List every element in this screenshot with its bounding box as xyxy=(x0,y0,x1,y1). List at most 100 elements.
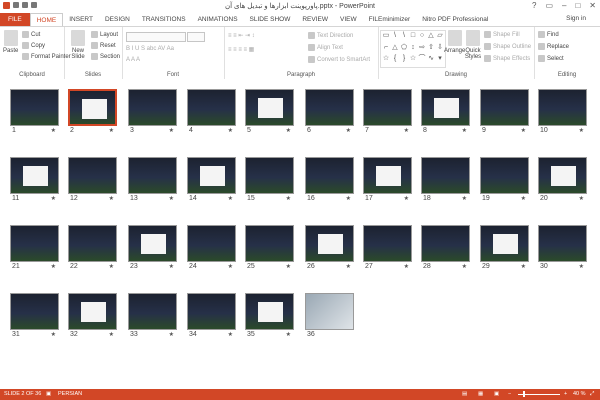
slide-preview[interactable] xyxy=(187,157,236,194)
slide-preview[interactable] xyxy=(68,225,117,262)
quick-styles-button[interactable]: Quick Styles xyxy=(464,30,482,60)
slide-preview[interactable] xyxy=(68,157,117,194)
slide-thumbnail[interactable]: 21 ★ xyxy=(10,225,59,274)
transition-star-icon[interactable]: ★ xyxy=(579,263,584,270)
fit-to-window-icon[interactable]: ⤢ xyxy=(590,391,594,398)
slide-preview[interactable] xyxy=(10,293,59,330)
slide-preview[interactable] xyxy=(305,293,354,330)
transition-star-icon[interactable]: ★ xyxy=(169,263,174,270)
language-indicator[interactable]: PERSIAN xyxy=(58,391,82,397)
replace-button[interactable]: Replace xyxy=(538,43,569,50)
slide-thumbnail[interactable]: 32 ★ xyxy=(68,293,117,342)
transition-star-icon[interactable]: ★ xyxy=(228,263,233,270)
slide-sorter-view-icon[interactable]: ▦ xyxy=(478,391,483,397)
slide-preview[interactable] xyxy=(128,89,177,126)
slide-preview[interactable] xyxy=(421,89,470,126)
tab-file[interactable]: FILE xyxy=(0,13,30,26)
slide-preview[interactable] xyxy=(68,89,117,126)
shape-effects-button[interactable]: Shape Effects xyxy=(484,55,530,62)
transition-star-icon[interactable]: ★ xyxy=(109,331,114,338)
slide-thumbnail[interactable]: 7 ★ xyxy=(363,89,412,138)
minimize-icon[interactable]: – xyxy=(562,1,566,10)
align-text-button[interactable]: Align Text xyxy=(308,44,343,51)
maximize-icon[interactable]: □ xyxy=(575,1,580,10)
slide-thumbnail[interactable]: 5 ★ xyxy=(245,89,294,138)
transition-star-icon[interactable]: ★ xyxy=(404,195,409,202)
font-format-buttons[interactable]: B I U S abc AV Aa xyxy=(126,46,174,52)
ribbon-display-icon[interactable]: ▭ xyxy=(545,1,553,10)
transition-star-icon[interactable]: ★ xyxy=(462,127,467,134)
slide-thumbnail[interactable]: 18 ★ xyxy=(421,157,470,206)
slide-preview[interactable] xyxy=(421,157,470,194)
slide-preview[interactable] xyxy=(305,225,354,262)
slide-thumbnail[interactable]: 14 ★ xyxy=(187,157,236,206)
font-color-buttons[interactable]: A A A xyxy=(126,57,140,63)
slide-preview[interactable] xyxy=(363,157,412,194)
section-button[interactable]: Section xyxy=(91,53,120,60)
slide-thumbnail[interactable]: 29 ★ xyxy=(480,225,529,274)
slide-preview[interactable] xyxy=(187,225,236,262)
tab-animations[interactable]: ANIMATIONS xyxy=(192,13,244,26)
slide-thumbnail[interactable]: 31 ★ xyxy=(10,293,59,342)
slide-preview[interactable] xyxy=(128,225,177,262)
transition-star-icon[interactable]: ★ xyxy=(579,195,584,202)
transition-star-icon[interactable]: ★ xyxy=(169,127,174,134)
transition-star-icon[interactable]: ★ xyxy=(169,331,174,338)
slide-thumbnail[interactable]: 17 ★ xyxy=(363,157,412,206)
slide-thumbnail[interactable]: 30 ★ xyxy=(538,225,587,274)
transition-star-icon[interactable]: ★ xyxy=(521,127,526,134)
tab-design[interactable]: DESIGN xyxy=(99,13,136,26)
slide-thumbnail[interactable]: 6 ★ xyxy=(305,89,354,138)
cut-button[interactable]: Cut xyxy=(22,31,40,38)
help-icon[interactable]: ? xyxy=(532,1,536,10)
slide-preview[interactable] xyxy=(128,157,177,194)
spell-check-icon[interactable]: ▣ xyxy=(46,391,51,397)
close-icon[interactable]: ✕ xyxy=(589,1,596,10)
slide-preview[interactable] xyxy=(187,89,236,126)
shape-fill-button[interactable]: Shape Fill xyxy=(484,31,520,38)
transition-star-icon[interactable]: ★ xyxy=(521,195,526,202)
transition-star-icon[interactable]: ★ xyxy=(109,127,114,134)
tab-view[interactable]: VIEW xyxy=(334,13,363,26)
zoom-level[interactable]: 40 % xyxy=(573,391,586,397)
new-slide-button[interactable]: New Slide xyxy=(68,30,88,60)
transition-star-icon[interactable]: ★ xyxy=(286,331,291,338)
transition-star-icon[interactable]: ★ xyxy=(404,127,409,134)
slide-preview[interactable] xyxy=(10,157,59,194)
transition-star-icon[interactable]: ★ xyxy=(286,127,291,134)
transition-star-icon[interactable]: ★ xyxy=(51,331,56,338)
slide-thumbnail[interactable]: 4 ★ xyxy=(187,89,236,138)
slide-thumbnail[interactable]: 8 ★ xyxy=(421,89,470,138)
zoom-in-icon[interactable]: + xyxy=(564,391,567,397)
slide-thumbnail[interactable]: 23 ★ xyxy=(128,225,177,274)
slide-thumbnail[interactable]: 3 ★ xyxy=(128,89,177,138)
slide-preview[interactable] xyxy=(538,89,587,126)
slide-preview[interactable] xyxy=(245,225,294,262)
arrange-button[interactable]: Arrange xyxy=(444,30,465,54)
slide-thumbnail[interactable]: 24 ★ xyxy=(187,225,236,274)
copy-button[interactable]: Copy xyxy=(22,42,45,49)
slide-preview[interactable] xyxy=(538,157,587,194)
slide-thumbnail[interactable]: 28 ★ xyxy=(421,225,470,274)
slide-thumbnail[interactable]: 20 ★ xyxy=(538,157,587,206)
slide-preview[interactable] xyxy=(480,225,529,262)
slide-preview[interactable] xyxy=(421,225,470,262)
transition-star-icon[interactable]: ★ xyxy=(346,127,351,134)
tab-home[interactable]: HOME xyxy=(29,13,64,26)
transition-star-icon[interactable]: ★ xyxy=(51,195,56,202)
transition-star-icon[interactable]: ★ xyxy=(346,195,351,202)
transition-star-icon[interactable]: ★ xyxy=(228,331,233,338)
tab-fileminimizer[interactable]: FILEminimizer xyxy=(363,13,417,26)
slide-thumbnail[interactable]: 19 ★ xyxy=(480,157,529,206)
slide-preview[interactable] xyxy=(245,157,294,194)
transition-star-icon[interactable]: ★ xyxy=(286,263,291,270)
transition-star-icon[interactable]: ★ xyxy=(51,263,56,270)
transition-star-icon[interactable]: ★ xyxy=(51,127,56,134)
slide-preview[interactable] xyxy=(245,293,294,330)
transition-star-icon[interactable]: ★ xyxy=(462,263,467,270)
font-name-box[interactable] xyxy=(126,32,186,42)
slide-preview[interactable] xyxy=(10,225,59,262)
find-button[interactable]: Find xyxy=(538,31,559,38)
transition-star-icon[interactable]: ★ xyxy=(228,195,233,202)
normal-view-icon[interactable]: ▤ xyxy=(462,391,467,397)
